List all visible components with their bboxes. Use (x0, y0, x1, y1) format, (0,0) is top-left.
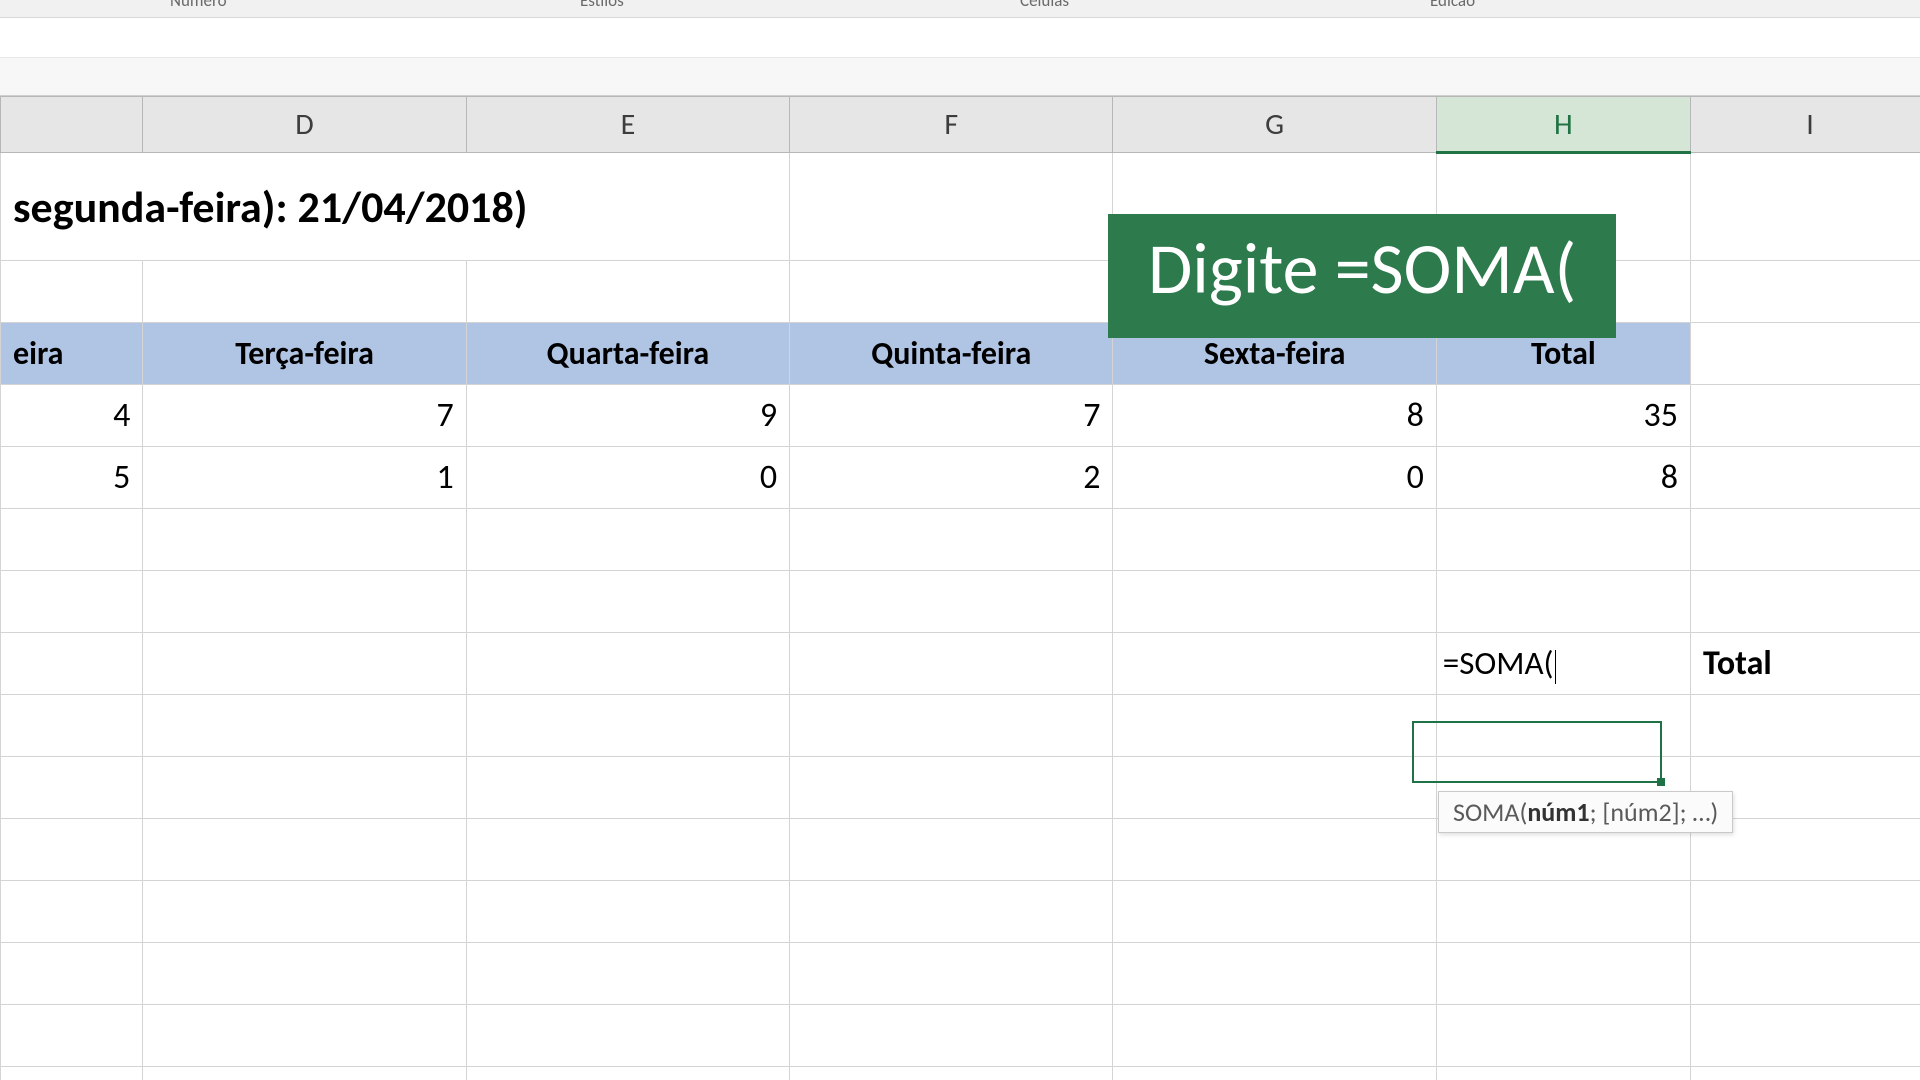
ribbon-group-celulas: Celulas (1020, 0, 1069, 11)
cell-D5[interactable]: 1 (143, 447, 466, 509)
col-header-F[interactable]: F (790, 97, 1113, 153)
instruction-overlay: Digite =SOMA( (1108, 214, 1616, 338)
empty-row[interactable] (1, 1067, 1920, 1080)
cell-H4[interactable]: 35 (1436, 385, 1690, 447)
tooltip-fn: SOMA (1453, 796, 1519, 828)
data-row-2[interactable]: 5 1 0 2 0 8 (1, 447, 1920, 509)
weekday-quarta[interactable]: Quarta-feira (466, 323, 789, 385)
worksheet-title: segunda-feira): 21/04/2018) (13, 180, 528, 234)
formula-bar-strip[interactable] (0, 58, 1920, 96)
cell-I4[interactable] (1691, 385, 1920, 447)
cell-E4[interactable]: 9 (466, 385, 789, 447)
empty-row[interactable] (1, 1005, 1920, 1067)
empty-row[interactable] (1, 881, 1920, 943)
empty-row[interactable] (1, 509, 1920, 571)
formula-row[interactable]: =SOMA( Total (1, 633, 1920, 695)
cell-G5[interactable]: 0 (1113, 447, 1436, 509)
empty-row[interactable] (1, 943, 1920, 1005)
empty-row[interactable] (1, 695, 1920, 757)
function-tooltip[interactable]: SOMA(núm1; [núm2]; …) (1438, 791, 1733, 833)
ribbon-gap (0, 18, 1920, 58)
empty-row[interactable] (1, 261, 1920, 323)
cell-C4[interactable]: 4 (1, 385, 143, 447)
text-caret-icon (1555, 650, 1556, 684)
cell-I-total-label[interactable]: Total (1691, 633, 1920, 695)
weekday-blank[interactable] (1691, 323, 1920, 385)
col-header-partial[interactable] (1, 97, 143, 153)
cell-D4[interactable]: 7 (143, 385, 466, 447)
empty-row[interactable] (1, 571, 1920, 633)
title-row[interactable]: segunda-feira): 21/04/2018) (1, 153, 1920, 261)
ribbon-group-estilos: Estilos (580, 0, 624, 11)
cell-C5[interactable]: 5 (1, 447, 143, 509)
cell-H5[interactable]: 8 (1436, 447, 1690, 509)
ribbon-group-strip: Numero Estilos Celulas Edicao (0, 0, 1920, 18)
hint-part2: =SOMA( (1335, 225, 1577, 313)
col-header-D[interactable]: D (143, 97, 466, 153)
weekday-terca[interactable]: Terça-feira (143, 323, 466, 385)
tooltip-rest: ; [núm2]; …) (1590, 796, 1719, 828)
column-header-row[interactable]: D E F G H I (1, 97, 1920, 153)
cell-I5[interactable] (1691, 447, 1920, 509)
cell-F4[interactable]: 7 (790, 385, 1113, 447)
ribbon-group-edicao: Edicao (1430, 0, 1475, 11)
col-header-E[interactable]: E (466, 97, 789, 153)
active-cell-H[interactable]: =SOMA( (1436, 633, 1690, 695)
weekday-partial[interactable]: eira (1, 323, 143, 385)
cell-F5[interactable]: 2 (790, 447, 1113, 509)
hint-part1: Digite (1148, 225, 1335, 313)
col-header-G[interactable]: G (1113, 97, 1436, 153)
tooltip-arg1[interactable]: núm1 (1527, 796, 1589, 828)
col-header-I[interactable]: I (1691, 97, 1920, 153)
col-header-H[interactable]: H (1436, 97, 1690, 153)
ribbon-group-numero: Numero (170, 0, 227, 11)
data-row-1[interactable]: 4 7 9 7 8 35 (1, 385, 1920, 447)
formula-text: =SOMA( (1443, 643, 1554, 683)
cell-G4[interactable]: 8 (1113, 385, 1436, 447)
weekday-quinta[interactable]: Quinta-feira (790, 323, 1113, 385)
weekday-header-row[interactable]: eira Terça-feira Quarta-feira Quinta-fei… (1, 323, 1920, 385)
sheet-grid[interactable]: D E F G H I segunda-feira): 21/04/2018) … (0, 96, 1920, 1080)
cell-E5[interactable]: 0 (466, 447, 789, 509)
